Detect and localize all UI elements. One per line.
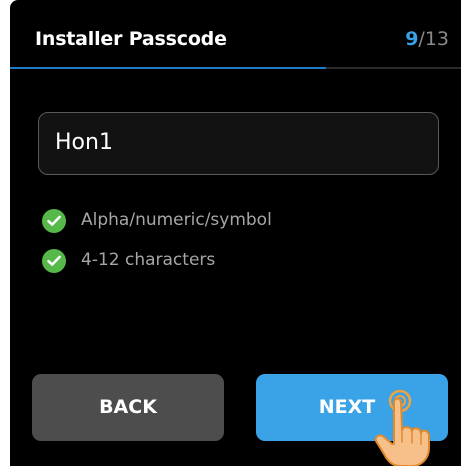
header: Installer Passcode 9/13 — [10, 0, 461, 69]
back-button[interactable]: BACK — [32, 374, 224, 441]
check-circle-icon — [42, 249, 66, 273]
thermostat-screen: Installer Passcode 9/13 Hon1 Alpha/numer… — [10, 0, 461, 466]
step-counter: 9/13 — [405, 28, 449, 50]
progress-bar — [10, 67, 461, 69]
passcode-value: Hon1 — [55, 130, 113, 155]
step-total: /13 — [418, 28, 449, 50]
requirement-label: 4-12 characters — [81, 250, 216, 270]
next-button-label: NEXT — [318, 396, 376, 418]
progress-fill — [10, 67, 326, 69]
check-circle-icon — [42, 209, 66, 233]
tap-hand-icon — [374, 389, 430, 466]
page-title: Installer Passcode — [35, 28, 227, 50]
passcode-field[interactable]: Hon1 — [38, 112, 439, 175]
step-current: 9 — [405, 28, 419, 50]
requirement-label: Alpha/numeric/symbol — [81, 210, 272, 230]
